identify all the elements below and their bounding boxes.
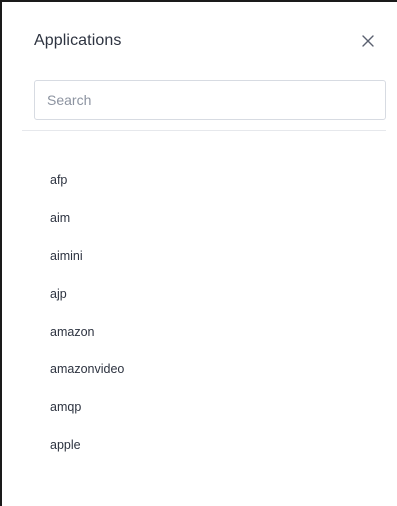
- panel-header: Applications: [34, 30, 379, 54]
- search-input[interactable]: [35, 81, 385, 119]
- divider: [22, 130, 386, 131]
- search-box: [34, 80, 386, 120]
- list-item-apple[interactable]: apple: [50, 435, 124, 473]
- applications-panel: Applications afp aim aimini ajp amazon a…: [0, 0, 397, 506]
- list-item-aim[interactable]: aim: [50, 208, 124, 246]
- close-button[interactable]: [359, 30, 377, 52]
- list-item-amazon[interactable]: amazon: [50, 322, 124, 360]
- applications-list: afp aim aimini ajp amazon amazonvideo am…: [50, 170, 124, 473]
- panel-title: Applications: [34, 32, 122, 49]
- left-border: [0, 0, 2, 506]
- top-border: [0, 0, 397, 2]
- list-item-ajp[interactable]: ajp: [50, 284, 124, 322]
- list-item-amqp[interactable]: amqp: [50, 397, 124, 435]
- list-item-aimini[interactable]: aimini: [50, 246, 124, 284]
- close-icon: [362, 35, 374, 47]
- list-item-amazonvideo[interactable]: amazonvideo: [50, 359, 124, 397]
- list-item-afp[interactable]: afp: [50, 170, 124, 208]
